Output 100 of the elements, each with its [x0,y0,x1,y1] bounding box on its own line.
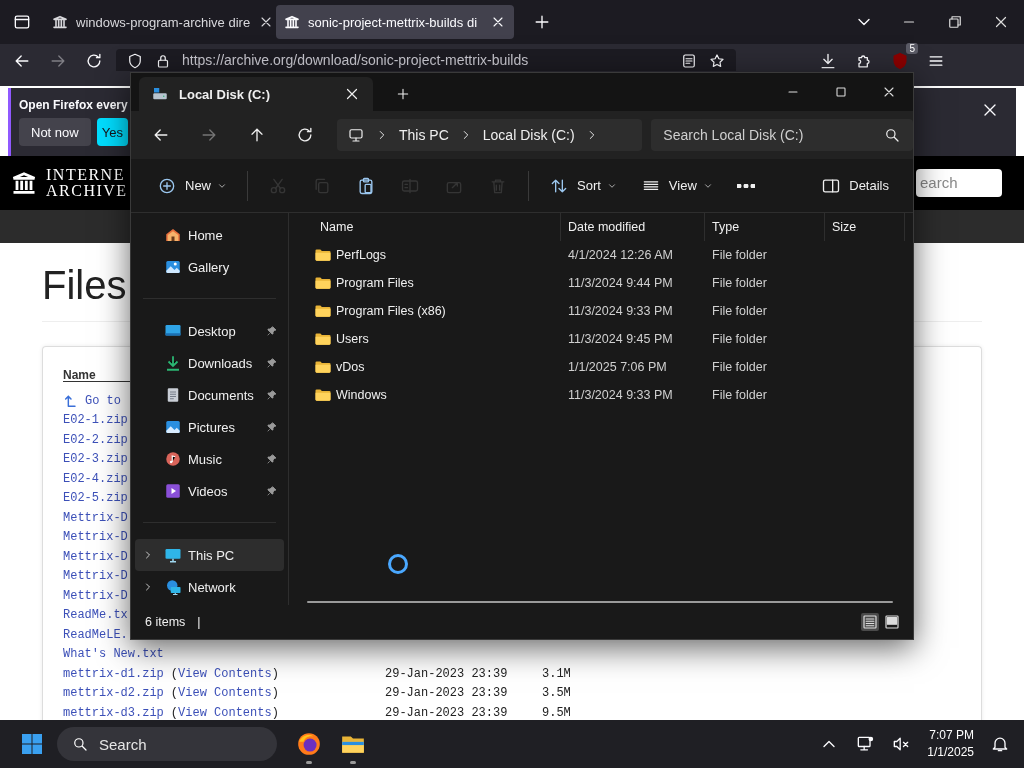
sidebar-item[interactable]: Documents [135,379,284,411]
new-button[interactable]: New [145,169,239,202]
file-name[interactable]: Program Files (x86) [336,304,446,318]
file-link[interactable]: mettrix-d2.zip [63,686,164,701]
size-text: 9.5M [542,705,571,720]
sidebar-item[interactable]: Desktop [135,315,284,347]
view-button[interactable]: View [628,169,725,202]
logo-text[interactable]: ARCHIVE [46,183,128,199]
sort-button[interactable]: Sort [537,169,629,202]
file-link[interactable]: Mettrix-D [63,510,128,525]
paren-text: ( [170,686,179,701]
file-link[interactable]: ReadMe.tx [63,608,128,623]
columns-icon [284,14,300,30]
page-heading: Files [42,263,127,307]
count-badge: 5 [906,43,918,54]
sidebar-item[interactable]: Network [135,571,284,603]
file-link[interactable]: E02-3.zip [63,452,128,467]
shield-icon[interactable] [126,52,144,70]
maximize-icon[interactable] [833,84,849,100]
sidebar-item[interactable]: This PC [135,539,284,571]
dismiss-button[interactable]: Not now [19,118,91,146]
window-tab[interactable]: Local Disk (C:) [139,77,373,111]
table-cell-text: 11/3/2024 9:33 PM [567,304,674,318]
columns-icon [52,14,68,30]
size-text: 3.5M [542,686,571,701]
browser-tab[interactable]: windows-program-archive dire [44,5,270,39]
table-cell-text: 11/3/2024 9:33 PM [567,388,674,402]
gallery-icon [164,258,182,276]
home-icon [164,226,182,244]
view-contents-link[interactable]: View Contents [178,666,272,681]
table-cell-text: File folder [711,332,768,346]
item-count: 6 items [145,615,186,629]
file-link[interactable]: mettrix-d1.zip [63,666,164,681]
browser-tab[interactable]: sonic-project-mettrix-builds di [276,5,514,39]
search-field[interactable]: Search [57,727,277,761]
restore-icon[interactable] [946,13,964,31]
column-header[interactable]: Size [825,213,905,241]
reader-view-icon[interactable] [680,52,698,70]
paren-text: ) [271,686,279,701]
clock-time[interactable]: 7:07 PM [929,727,974,744]
search-field[interactable]: earch [916,169,1002,197]
file-name[interactable]: PerfLogs [336,248,387,262]
file-link[interactable]: E02-1.zip [63,413,128,428]
sidebar-item[interactable]: Music [135,443,284,475]
file-link[interactable]: Mettrix-D [63,549,128,564]
notification-message: Open Firefox every [19,98,128,112]
clock-date[interactable]: 1/1/2025 [927,744,974,761]
new-tab-icon[interactable] [395,86,411,102]
column-header[interactable]: Name [289,213,561,241]
details-view-icon[interactable] [861,613,879,631]
paren-text: ( [170,666,179,681]
up-arrow-icon[interactable] [63,392,79,409]
file-link[interactable]: mettrix-d3.zip [63,705,164,720]
file-name[interactable]: Program Files [336,276,414,290]
view-contents-link[interactable]: View Contents [178,686,272,701]
search-field[interactable]: Search Local Disk (C:) [651,119,913,151]
file-link[interactable]: What's New.txt [63,647,164,662]
file-link[interactable]: E02-5.zip [63,491,128,506]
file-link[interactable]: E02-4.zip [63,471,128,486]
file-link[interactable]: Go to [85,393,121,408]
file-link[interactable]: Mettrix-D [63,530,128,545]
file-name[interactable]: vDos [336,360,365,374]
accept-button[interactable]: Yes [96,118,128,146]
breadcrumb-item[interactable]: Local Disk (C:) [482,127,575,143]
url-text: https://archive.org/download/sonic-project-mettrix-builds [182,52,529,69]
file-name[interactable]: Windows [336,388,387,402]
separator-text: | [197,615,201,629]
tiles-view-icon[interactable] [883,613,901,631]
table-cell-text: 1/1/2025 7:06 PM [567,360,668,374]
column-header[interactable]: Date modified [561,213,705,241]
table-cell-text: File folder [711,248,768,262]
column-header[interactable]: Type [705,213,825,241]
folder-icon [314,274,332,292]
paren-text: ) [271,666,279,681]
date-text: 29-Jan-2023 23:39 [385,705,509,720]
network-icon[interactable] [855,734,876,754]
address-bar[interactable]: This PC Local Disk (C:) [337,119,643,151]
windows-logo-icon[interactable] [20,732,44,756]
sidebar-item[interactable]: Videos [135,475,284,507]
sidebar-item[interactable]: Pictures [135,411,284,443]
table-cell-text: File folder [711,388,768,402]
network-icon [164,578,182,596]
pictures-icon [164,418,182,436]
file-link[interactable]: Mettrix-D [63,569,128,584]
sidebar-item[interactable]: Downloads [135,347,284,379]
logo-text[interactable]: INTERNE [46,167,128,183]
view-contents-link[interactable]: View Contents [178,705,272,720]
file-link[interactable]: Mettrix-D [63,588,128,603]
breadcrumb-item[interactable]: This PC [399,127,449,143]
table-cell-text: 4/1/2024 12:26 AM [567,248,674,262]
sidebar-item[interactable]: Gallery [135,251,284,283]
sidebar-item[interactable]: Home [135,219,284,251]
file-link[interactable]: ReadMeLE. [63,627,128,642]
file-link[interactable]: E02-2.zip [63,432,128,447]
folder-icon [314,386,332,404]
file-name[interactable]: Users [336,332,369,346]
details-button[interactable]: Details [809,169,901,202]
star-icon[interactable] [708,52,726,70]
scrollbar[interactable] [307,601,893,603]
address-bar[interactable]: https://archive.org/download/sonic-project-mettrix-builds [116,49,736,71]
